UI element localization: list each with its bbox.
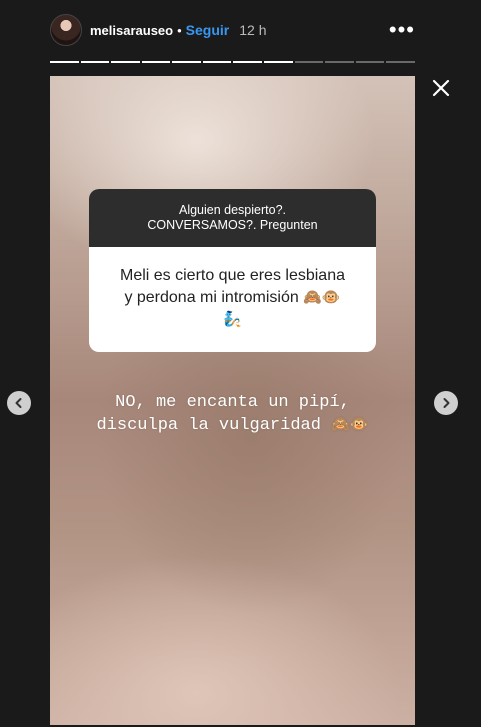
chevron-left-icon <box>15 398 22 408</box>
close-icon[interactable] <box>431 78 451 98</box>
genie-emoji: 🧞 <box>223 311 242 328</box>
follow-button[interactable]: Seguir <box>186 22 230 38</box>
answer-line-2: disculpa la vulgaridad <box>96 416 321 435</box>
prompt-line-2: CONVERSAMOS?. Pregunten <box>147 218 318 232</box>
monkey-emoji: 🙈🐵 <box>331 417 369 434</box>
progress-segment <box>141 61 171 63</box>
progress-segment <box>233 61 263 63</box>
progress-segment <box>111 61 140 63</box>
separator-dot: • <box>177 22 182 38</box>
time-ago: 12 h <box>239 22 267 38</box>
answer-line-1: NO, me encanta un pipí, <box>115 393 350 412</box>
previous-story-button[interactable] <box>7 391 31 415</box>
progress-segment <box>386 61 415 63</box>
chevron-right-icon <box>443 398 450 408</box>
more-options-icon[interactable]: ••• <box>389 19 415 41</box>
question-sticker: Alguien despierto?. CONVERSAMOS?. Pregun… <box>89 189 376 352</box>
username[interactable]: melisarauseo <box>90 23 173 38</box>
progress-segment <box>264 61 293 63</box>
prompt-line-1: Alguien despierto?. <box>178 203 287 217</box>
progress-segment <box>80 61 110 63</box>
progress-segment <box>355 61 385 63</box>
progress-segment <box>50 61 79 63</box>
progress-segment <box>202 61 232 63</box>
story-progress-bar <box>50 61 415 63</box>
avatar[interactable] <box>50 14 82 46</box>
progress-segment <box>325 61 354 63</box>
question-line-1: Meli es cierto que eres lesbiana <box>119 267 345 284</box>
story-frame[interactable]: Alguien despierto?. CONVERSAMOS?. Pregun… <box>50 76 415 725</box>
next-story-button[interactable] <box>434 391 458 415</box>
answer-text: NO, me encanta un pipí, disculpa la vulg… <box>50 391 415 437</box>
story-header: melisarauseo • Seguir 12 h ••• <box>50 12 415 48</box>
monkey-emoji: 🙈🐵 <box>303 289 341 306</box>
question-text: Meli es cierto que eres lesbiana y perdo… <box>89 247 376 331</box>
question-prompt: Alguien despierto?. CONVERSAMOS?. Pregun… <box>89 189 376 247</box>
question-line-2: y perdona mi intromisión <box>124 289 299 306</box>
progress-segment <box>294 61 324 63</box>
progress-segment <box>172 61 201 63</box>
